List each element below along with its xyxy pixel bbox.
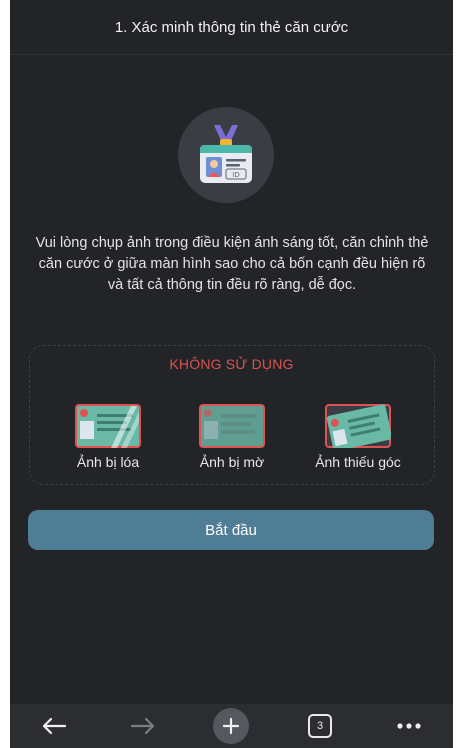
more-button[interactable] — [387, 704, 431, 748]
glare-card-icon — [75, 404, 141, 448]
page-header: 1. Xác minh thông tin thẻ căn cước — [10, 0, 453, 55]
example-glare: Ảnh bị lóa — [48, 404, 168, 470]
new-tab-button[interactable] — [209, 704, 253, 748]
forward-arrow-icon — [130, 717, 154, 735]
start-button[interactable]: Bắt đầu — [28, 510, 434, 550]
blurry-card-icon — [199, 404, 265, 448]
tabs-count: 3 — [308, 714, 333, 738]
example-label: Ảnh thiếu góc — [315, 454, 401, 470]
example-blurry: Ảnh bị mờ — [172, 404, 292, 470]
page-title: 1. Xác minh thông tin thẻ căn cước — [114, 18, 349, 36]
browser-bottom-bar: 3 — [10, 704, 453, 748]
app-screen: 1. Xác minh thông tin thẻ căn cước ID Vu… — [10, 0, 453, 748]
plus-icon — [213, 708, 250, 744]
back-button[interactable] — [32, 704, 76, 748]
tabs-button[interactable]: 3 — [298, 704, 342, 748]
warning-title: KHÔNG SỬ DỤNG — [169, 356, 294, 372]
more-dots-icon — [397, 723, 421, 729]
cropped-corner-card-icon — [325, 404, 391, 448]
svg-text:ID: ID — [232, 171, 239, 179]
id-badge-icon: ID — [178, 107, 274, 203]
example-label: Ảnh bị lóa — [76, 454, 140, 470]
forward-button[interactable] — [121, 704, 165, 748]
example-label: Ảnh bị mờ — [199, 454, 265, 470]
back-arrow-icon — [43, 717, 67, 735]
instructions-text: Vui lòng chụp ảnh trong điều kiện ánh sá… — [35, 235, 429, 293]
example-cropped: Ảnh thiếu góc — [298, 404, 418, 470]
